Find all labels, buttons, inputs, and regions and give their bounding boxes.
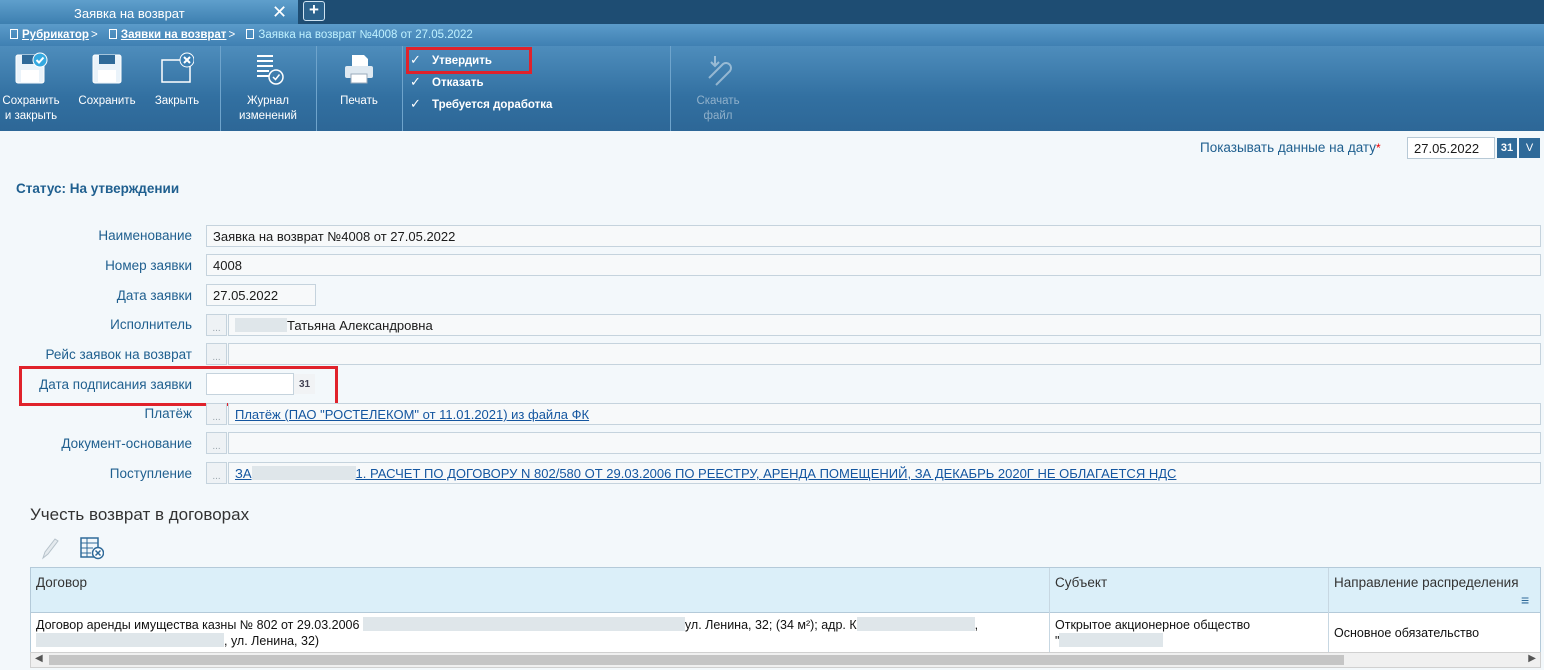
horizontal-scrollbar[interactable]: ◀ ▶ [30,652,1541,668]
column-divider [1049,568,1050,660]
base-document-field[interactable] [228,432,1541,454]
reject-label: Отказать [432,77,484,89]
base-document-label: Документ-основание [61,436,192,451]
calendar-icon[interactable]: 31 [1497,138,1517,158]
redacted-block [251,466,356,480]
breadcrumb-current: Заявка на возврат №4008 от 27.05.2022 [258,29,473,41]
redacted-block [362,617,685,631]
save-icon [92,54,122,84]
income-label: Поступление [109,466,192,481]
scrollbar-thumb[interactable] [49,655,1344,665]
table-header [31,568,1540,613]
column-header-contract[interactable]: Договор [36,575,87,590]
payment-field[interactable]: Платёж (ПАО "РОСТЕЛЕКОМ" от 11.01.2021) … [228,403,1541,425]
income-field[interactable]: ЗА 1. РАСЧЕТ ПО ДОГОВОРУ N 802/580 ОТ 29.… [228,462,1541,484]
toolbar-divider [670,46,671,131]
journal-label-1: Журнал [247,95,289,107]
save-close-label-1: Сохранить [2,95,60,107]
close-button[interactable]: Закрыть [146,46,208,131]
download-file-button[interactable]: Скачать файл [682,46,754,131]
request-date-label: Дата заявки [116,288,192,303]
close-icon[interactable]: ✕ [272,2,287,22]
executor-picker-button[interactable]: ... [206,314,227,336]
toolbar-divider [316,46,317,131]
rework-label: Требуется доработка [432,99,553,111]
close-label: Закрыть [154,95,200,107]
check-icon: ✓ [410,96,421,111]
print-button[interactable]: Печать [326,46,392,131]
redacted-block [856,617,975,631]
needs-rework-action[interactable]: ✓ Требуется доработка [410,96,552,112]
payment-link[interactable]: Платёж (ПАО "РОСТЕЛЕКОМ" от 11.01.2021) … [235,407,589,422]
change-log-button[interactable]: Журнал изменений [230,46,306,131]
column-divider [1328,568,1329,660]
request-date-field[interactable]: 27.05.2022 [206,284,316,306]
close-window-icon [161,52,194,83]
name-label: Наименование [98,228,192,243]
save-close-label-2: и закрыть [4,110,58,122]
base-document-picker-button[interactable]: ... [206,432,227,454]
check-icon: ✓ [410,74,421,89]
tab-bar: Заявка на возврат ✕ + [0,0,1544,24]
payment-label: Платёж [144,406,192,421]
contracts-section-title: Учесть возврат в договорах [30,505,250,524]
list-icon [10,29,18,39]
income-link-prefix[interactable]: ЗА [235,466,252,481]
sign-date-highlight [19,366,338,406]
number-field[interactable]: 4008 [206,254,1541,276]
download-label-1: Скачать [696,95,740,107]
table-delete-icon[interactable] [80,536,104,560]
printer-icon [345,55,373,84]
contracts-table: Договор Субъект Направление распределени… [30,567,1541,660]
list-icon [108,29,117,39]
name-field[interactable]: Заявка на возврат №4008 от 27.05.2022 [206,225,1541,247]
income-picker-button[interactable]: ... [206,462,227,484]
breadcrumb-return-requests[interactable]: Заявки на возврат [121,29,227,41]
download-label-2: файл [703,110,733,122]
save-label: Сохранить [78,95,136,107]
table-cell-subject: Открытое акционерное общество " [1055,618,1251,648]
toolbar-divider [220,46,221,131]
chevron-down-icon[interactable]: V [1519,138,1540,158]
executor-field[interactable]: Татьяна Александровна [228,314,1541,336]
print-label: Печать [340,95,378,107]
show-date-label: Показывать данные на дату* [1200,140,1381,155]
executor-label: Исполнитель [110,317,192,332]
breadcrumb-rubricator[interactable]: Рубрикатор [22,29,89,41]
payment-picker-button[interactable]: ... [206,403,227,425]
change-log-icon [257,55,284,85]
toolbar: Сохранить и закрыть Сохранить Закрыть Жур… [0,46,1544,131]
redacted-block [235,318,287,332]
table-cell-contract: Договор аренды имущества казны № 802 от … [36,617,979,648]
reys-picker-button[interactable]: ... [206,343,227,365]
scroll-left-icon[interactable]: ◀ [35,653,43,664]
reject-action[interactable]: ✓ Отказать [410,74,484,90]
redacted-block [36,633,224,647]
tab-return-request[interactable]: Заявка на возврат ✕ [0,0,298,24]
redacted-block [1059,633,1164,647]
journal-label-2: изменений [239,110,297,122]
tab-label: Заявка на возврат [74,6,185,21]
scroll-right-icon[interactable]: ▶ [1528,653,1536,664]
income-link[interactable]: 1. РАСЧЕТ ПО ДОГОВОРУ N 802/580 ОТ 29.03… [356,466,1177,481]
column-header-direction[interactable]: Направление распределения [1334,575,1519,590]
number-label: Номер заявки [105,258,192,273]
column-header-subject[interactable]: Субъект [1055,575,1107,590]
save-close-icon [15,52,48,84]
document-icon [246,29,255,39]
status-text: Статус: На утверждении [16,181,180,196]
table-cell-direction: Основное обязательство [1334,626,1480,640]
toolbar-divider [402,46,403,131]
reys-field[interactable] [228,343,1541,365]
breadcrumb: Рубрикатор > Заявки на возврат > Заявка на… [0,24,1544,46]
pencil-icon[interactable] [40,536,60,560]
add-tab-button[interactable]: + [303,1,325,21]
download-icon [708,56,732,86]
reys-label: Рейс заявок на возврат [45,347,192,362]
approve-highlight [406,47,532,74]
column-menu-icon[interactable]: ≡ [1521,592,1529,608]
show-date-input[interactable]: 27.05.2022 [1407,137,1495,159]
save-button[interactable]: Сохранить [72,46,142,131]
save-and-close-button[interactable]: Сохранить и закрыть [0,46,62,131]
